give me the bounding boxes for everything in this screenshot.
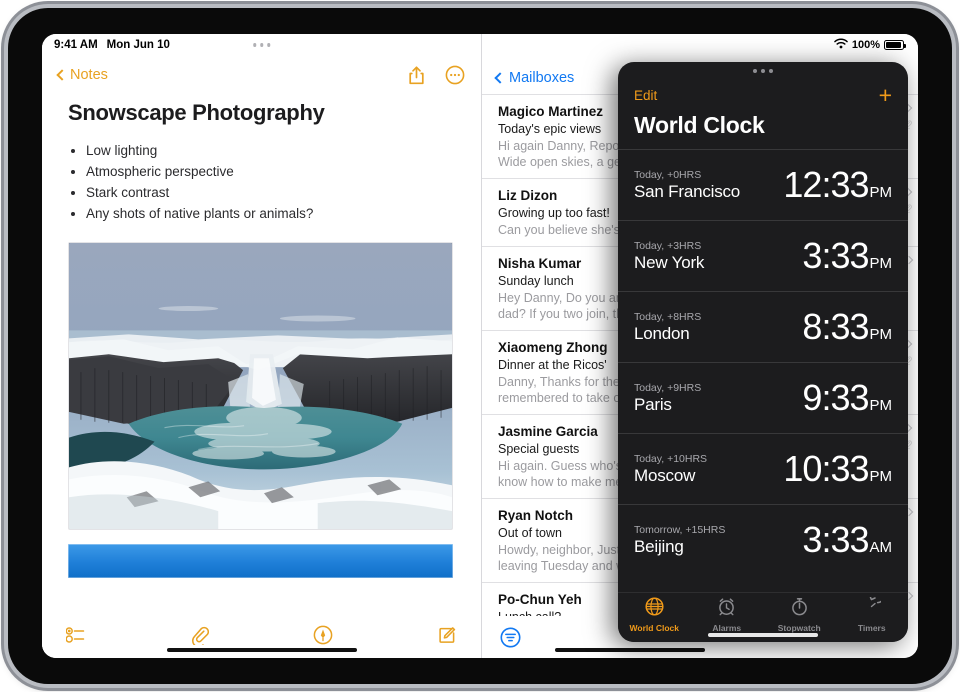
clock-slide-over-panel: Edit + World Clock Today, +0HRS San Fran…	[618, 62, 908, 642]
notes-navigation-bar: Notes	[42, 56, 481, 94]
world-clock-row[interactable]: Today, +0HRS San Francisco 12:33 PM	[618, 149, 908, 220]
clock-ampm-label: PM	[869, 326, 893, 343]
timer-icon	[862, 587, 886, 621]
clock-ampm-label: PM	[869, 397, 893, 414]
clock-city-label: Paris	[634, 394, 672, 414]
chevron-left-icon	[494, 72, 506, 84]
globe-icon	[645, 597, 664, 621]
status-bar-date: Mon Jun 10	[106, 39, 170, 51]
clock-page-title: World Clock	[634, 112, 765, 138]
add-clock-button[interactable]: +	[879, 84, 892, 107]
more-circle-icon[interactable]	[445, 65, 465, 85]
notes-back-label: Notes	[70, 67, 108, 83]
clock-city-label: Moscow	[634, 465, 696, 485]
tab-label: Stopwatch	[777, 623, 821, 633]
clock-city-label: New York	[634, 252, 705, 272]
clock-city-label: San Francisco	[634, 181, 741, 201]
notes-back-button[interactable]: Notes	[56, 67, 108, 83]
clock-offset-label: Tomorrow, +15HRS	[634, 523, 726, 536]
status-bar: 9:41 AM Mon Jun 10	[42, 34, 481, 56]
note-title: Snowscape Photography	[68, 100, 325, 125]
checklist-icon[interactable]	[66, 627, 86, 643]
note-bullet-item: Any shots of native plants or animals?	[68, 203, 455, 224]
battery-percent-label: 100%	[851, 39, 880, 51]
compose-icon[interactable]	[438, 626, 457, 645]
clock-time-value: 8:33	[802, 306, 869, 347]
world-clock-row-time: 8:33 PM	[802, 308, 892, 346]
note-bullet-item: Stark contrast	[68, 182, 455, 203]
clock-offset-label: Today, +8HRS	[634, 310, 702, 323]
world-clock-row-time: 10:33 PM	[783, 450, 892, 488]
home-indicator-notes[interactable]	[166, 648, 357, 652]
world-clock-list[interactable]: Today, +0HRS San Francisco 12:33 PM Toda…	[618, 149, 908, 592]
alarm-icon	[717, 597, 736, 621]
tab-label: Timers	[857, 623, 886, 633]
clock-time-value: 12:33	[783, 164, 869, 205]
note-bullet-item: Low lighting	[68, 140, 455, 161]
world-clock-row[interactable]: Today, +10HRS Moscow 10:33 PM	[618, 433, 908, 504]
clock-time-value: 3:33	[802, 519, 869, 560]
wifi-icon	[834, 38, 848, 52]
battery-icon	[884, 40, 906, 50]
tab-label: World Clock	[629, 623, 679, 633]
clock-city-label: London	[634, 323, 690, 343]
notes-nav-actions	[408, 65, 465, 85]
markup-pen-icon[interactable]	[313, 625, 333, 645]
world-clock-row-time: 12:33 PM	[783, 166, 892, 204]
clock-ampm-label: PM	[869, 255, 893, 272]
tab-label: Alarms	[712, 623, 742, 633]
world-clock-row-info: Today, +8HRS London	[634, 311, 701, 344]
note-photo-blue-partial[interactable]	[68, 544, 453, 578]
clock-offset-label: Today, +9HRS	[634, 381, 702, 394]
filter-icon[interactable]	[500, 627, 521, 648]
clock-top-bar: Edit +	[618, 80, 908, 110]
note-bullet-item: Atmospheric perspective	[68, 161, 455, 182]
world-clock-row-info: Tomorrow, +15HRS Beijing	[634, 524, 725, 557]
share-icon[interactable]	[408, 65, 425, 85]
tab-alarms[interactable]: Alarms	[691, 597, 764, 633]
ipad-device: 9:41 AM Mon Jun 10 Notes Snowscape Photo…	[8, 8, 952, 684]
world-clock-row[interactable]: Today, +9HRS Paris 9:33 PM	[618, 362, 908, 433]
note-bullet-list: Low lighting Atmospheric perspective Sta…	[68, 140, 455, 224]
home-indicator-mail[interactable]	[555, 648, 706, 652]
world-clock-row[interactable]: Today, +8HRS London 8:33 PM	[618, 291, 908, 362]
edit-button[interactable]: Edit	[634, 88, 657, 103]
mail-back-label: Mailboxes	[509, 70, 575, 86]
status-bar-right: 100%	[834, 34, 918, 56]
world-clock-row-time: 3:33 PM	[802, 237, 892, 275]
tab-stopwatch[interactable]: Stopwatch	[763, 597, 836, 633]
slide-over-handle-icon[interactable]	[618, 62, 908, 80]
world-clock-row-time: 9:33 PM	[802, 379, 892, 417]
tab-world-clock[interactable]: World Clock	[618, 597, 691, 633]
paperclip-icon[interactable]	[191, 626, 209, 645]
stopwatch-icon	[790, 597, 809, 621]
clock-time-value: 9:33	[802, 377, 869, 418]
mail-back-button[interactable]: Mailboxes	[494, 70, 575, 86]
tab-timers[interactable]: Timers	[836, 587, 909, 633]
note-photo-waterfall[interactable]	[68, 242, 453, 530]
world-clock-row-info: Today, +10HRS Moscow	[634, 453, 707, 486]
clock-city-label: Beijing	[634, 536, 684, 556]
world-clock-row-info: Today, +3HRS New York	[634, 240, 704, 273]
world-clock-row[interactable]: Today, +3HRS New York 3:33 PM	[618, 220, 908, 291]
clock-offset-label: Today, +10HRS	[634, 452, 708, 465]
clock-time-value: 10:33	[783, 448, 869, 489]
clock-ampm-label: AM	[869, 539, 893, 556]
multitask-handle-icon[interactable]	[252, 43, 271, 47]
world-clock-row[interactable]: Tomorrow, +15HRS Beijing 3:33 AM	[618, 504, 908, 575]
world-clock-row-info: Today, +9HRS Paris	[634, 382, 701, 415]
clock-offset-label: Today, +3HRS	[634, 239, 702, 252]
ipad-screen: 9:41 AM Mon Jun 10 Notes Snowscape Photo…	[42, 34, 918, 658]
note-content[interactable]: Snowscape Photography Low lighting Atmos…	[42, 94, 481, 612]
chevron-left-icon	[56, 69, 68, 81]
status-bar-time: 9:41 AM	[54, 39, 98, 51]
clock-ampm-label: PM	[869, 468, 893, 485]
clock-ampm-label: PM	[869, 184, 893, 201]
home-indicator-clock[interactable]	[708, 633, 818, 637]
clock-offset-label: Today, +0HRS	[634, 168, 702, 181]
world-clock-row-info: Today, +0HRS San Francisco	[634, 169, 740, 202]
clock-time-value: 3:33	[802, 235, 869, 276]
notes-app-pane: 9:41 AM Mon Jun 10 Notes Snowscape Photo…	[42, 34, 482, 658]
world-clock-row-time: 3:33 AM	[802, 521, 892, 559]
